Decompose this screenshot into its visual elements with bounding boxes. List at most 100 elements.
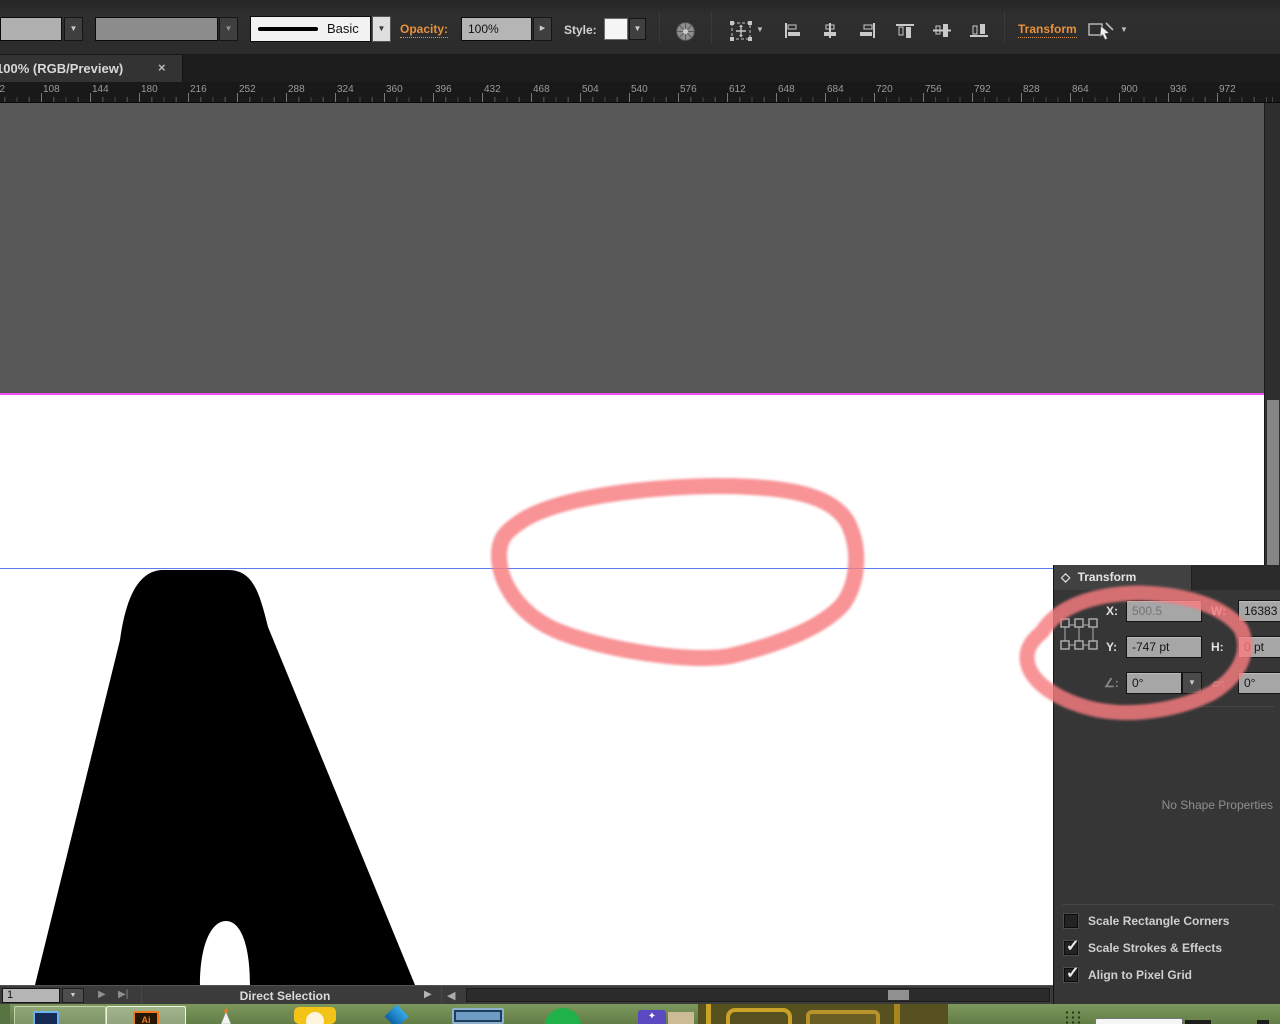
reference-point-locator[interactable] [1060,617,1098,659]
shear-input[interactable]: 0° [1238,672,1280,694]
rotate-input[interactable]: 0° [1126,672,1182,694]
w-input[interactable]: 16383 p [1238,600,1280,622]
transform-link[interactable]: Transform [1018,22,1077,38]
x-input[interactable]: 500.5 [1126,600,1202,622]
taskbar-illustrator-button[interactable]: Ai [106,1006,186,1024]
opacity-input[interactable]: 100% [461,17,532,41]
align-vertical-top-icon[interactable] [896,23,914,38]
fill-dropdown-arrow-icon[interactable]: ▼ [64,17,83,41]
ruler-tick [384,93,385,102]
ruler-tick [482,93,483,102]
transform-panel-tab[interactable]: ◇ Transform [1054,565,1192,590]
transform-box-dropdown-arrow-icon[interactable]: ▼ [756,25,764,34]
toolbar-separator [711,11,712,43]
horizontal-ruler[interactable]: 72 108 144 180 216 252 288 324 360 396 432 468 504 54… [0,82,1280,103]
taskbar-dark-mark [1185,1020,1211,1024]
check-icon: ✓ [1066,938,1080,955]
ruler-unit-label: 648 [778,84,795,95]
ruler-unit-label: 252 [239,84,256,95]
y-input[interactable]: -747 pt [1126,636,1202,658]
stroke-dropdown-arrow-icon[interactable]: ▼ [372,16,391,42]
checkbox-box[interactable]: ✓ [1064,965,1079,982]
y-label: Y: [1106,640,1118,654]
align-horizontal-center-icon[interactable] [821,23,839,38]
checkbox-label: Scale Rectangle Corners [1088,914,1230,928]
ruler-unit-label: 576 [680,84,697,95]
blue-diamond-app-icon[interactable] [384,1004,409,1024]
taskbar-edge [0,1004,10,1024]
ruler-unit-label: 936 [1170,84,1187,95]
scroll-left-icon[interactable]: ◀ [447,989,455,1002]
select-similar-objects-icon[interactable] [1088,21,1114,41]
purple-app-icon[interactable]: ✦ [638,1010,666,1024]
green-circle-app-icon[interactable] [545,1008,581,1024]
ruler-tick [825,93,826,102]
opacity-link[interactable]: Opacity: [400,22,449,38]
style-swatch[interactable] [604,18,628,40]
ruler-unit-label: 468 [533,84,550,95]
illustrator-window: ▼ ▼ Basic ▼ Opacity: 100% ▶ Style: ▼ ▼ T… [0,0,1280,1024]
status-bar: 1 ▼ ▶ ▶| Direct Selection ▶ ◀ [0,985,1053,1005]
ruler-unit-label: 756 [925,84,942,95]
align-vertical-bottom-icon[interactable] [970,23,988,38]
yellow-app-icon[interactable] [294,1007,336,1024]
ruler-unit-label: 144 [92,84,109,95]
rotate-dropdown-arrow-icon[interactable]: ▼ [1182,672,1202,694]
opacity-spinner-icon[interactable]: ▶ [533,17,552,41]
transform-panel: ◇ Transform X: 500.5 W: 16383 p Y: -747 … [1053,565,1280,1004]
align-vertical-center-icon[interactable] [933,23,951,38]
statusbar-separator [141,986,142,1005]
recolor-artwork-icon[interactable] [675,21,696,42]
artboard-navigation-input[interactable]: 1 [2,988,60,1003]
align-horizontal-right-icon[interactable] [858,23,876,38]
ruler-tick [335,93,336,102]
select-similar-dropdown-arrow-icon[interactable]: ▼ [1120,25,1128,34]
ruler-tick [629,93,630,102]
fill-color-dropdown[interactable] [0,17,62,41]
tab-close-icon[interactable]: × [158,60,166,75]
style-label: Style: [564,23,597,37]
brush-dropdown[interactable] [95,17,218,41]
photos-app-icon[interactable] [452,1008,504,1024]
ruler-unit-label: 504 [582,84,599,95]
pen-tool-app-icon[interactable] [218,1007,234,1024]
checkbox-box[interactable] [1064,914,1078,928]
ruler-unit-label: 684 [827,84,844,95]
last-artboard-icon[interactable]: ▶| [118,989,128,1000]
ruler-tick [433,93,434,102]
ruler-unit-label: 540 [631,84,648,95]
rotate-icon: ∠: [1104,676,1119,690]
stroke-style-dropdown[interactable]: Basic [250,16,371,42]
ruler-unit-label: 396 [435,84,452,95]
ruler-tick [923,93,924,102]
document-tab[interactable]: 100% (RGB/Preview) × [0,55,183,82]
style-dropdown-arrow-icon[interactable]: ▼ [629,18,646,40]
h-input[interactable]: 0 pt [1238,636,1280,658]
horizontal-scrollbar-thumb[interactable] [888,990,909,1000]
ruler-unit-label: 612 [729,84,746,95]
align-horizontal-left-icon[interactable] [784,23,802,38]
brush-dropdown-arrow-icon[interactable]: ▼ [219,17,238,41]
beige-window-fragment [668,1012,694,1024]
ruler-unit-label: 720 [876,84,893,95]
ruler-tick [286,93,287,102]
transform-bounding-box-icon[interactable] [729,20,755,42]
status-expand-icon[interactable]: ▶ [424,989,432,1000]
ruler-unit-label: 324 [337,84,354,95]
ruler-unit-label: 72 [0,84,6,95]
ruler-tick [580,93,581,102]
transform-panel-header: ◇ Transform [1054,565,1280,590]
taskbar-photoshop-button[interactable] [14,1006,106,1024]
ruler-tick [972,93,973,102]
panel-cycle-icon[interactable]: ◇ [1061,570,1070,584]
document-tab-bar: 100% (RGB/Preview) × [0,55,1280,82]
vertical-scrollbar-thumb[interactable] [1267,400,1279,565]
horizontal-scrollbar[interactable] [466,988,1050,1002]
ruler-tick [1168,93,1169,102]
artboard-nav-dropdown-arrow-icon[interactable]: ▼ [62,988,84,1003]
checkbox-box[interactable]: ✓ [1064,938,1079,955]
next-artboard-icon[interactable]: ▶ [98,989,106,1000]
ruler-tick [1119,93,1120,102]
checkbox-label: Scale Strokes & Effects [1088,941,1223,955]
ruler-unit-label: 360 [386,84,403,95]
